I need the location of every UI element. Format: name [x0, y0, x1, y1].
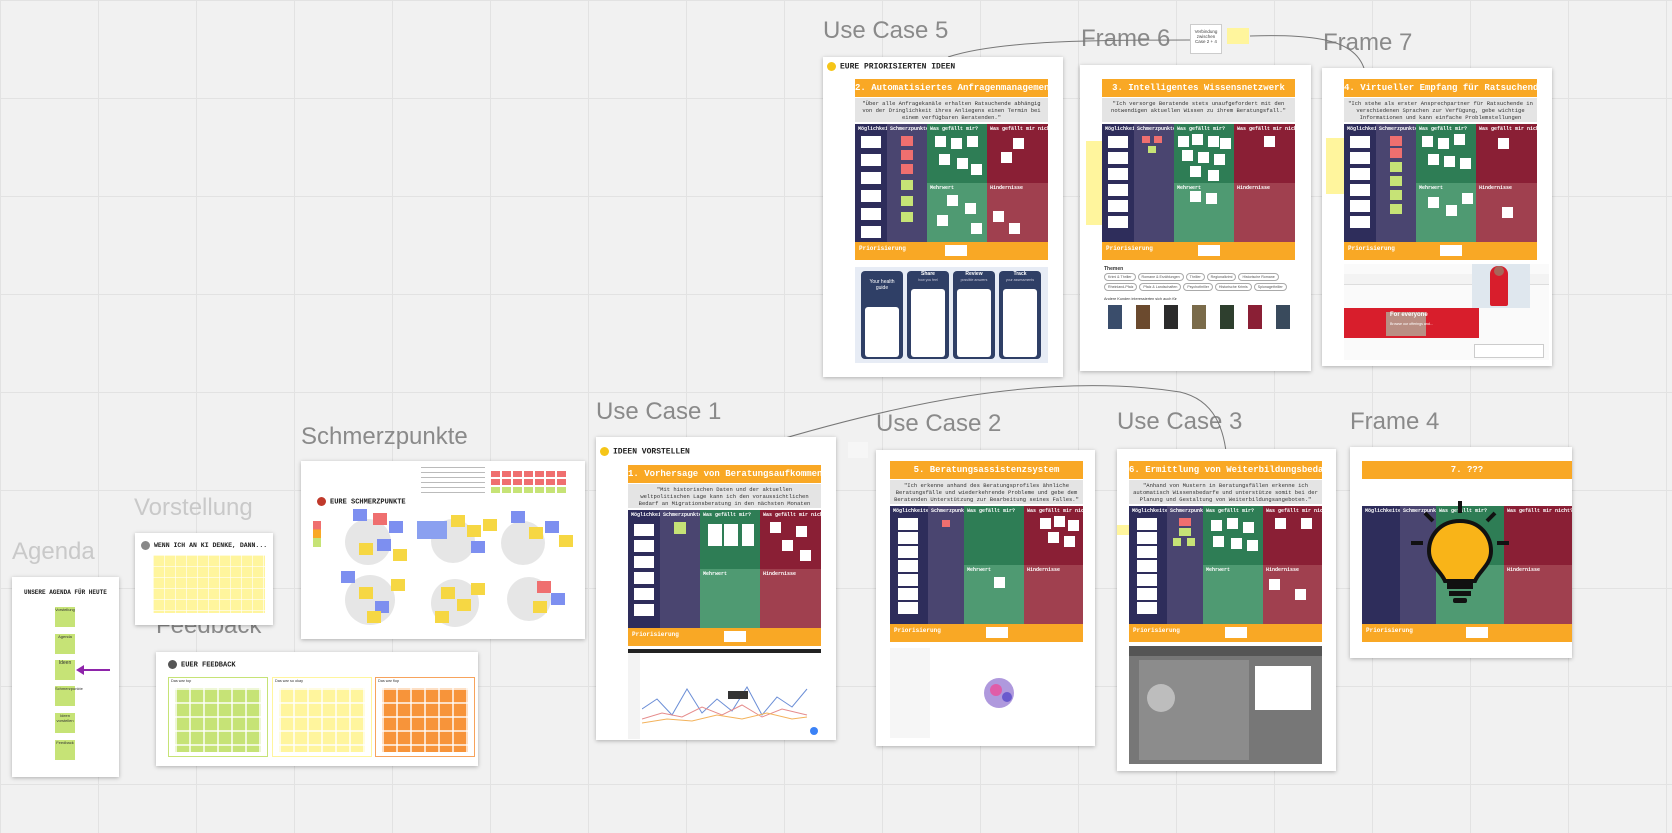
header-feedback: EUER FEEDBACK — [168, 660, 236, 669]
use-case-title: 5. Beratungsassistenzsystem — [890, 461, 1083, 479]
frame-feedback[interactable]: EUER FEEDBACK Das war top Das war so oka… — [156, 652, 478, 766]
use-case-quote: "Über alle Anfragekanäle erhalten Ratsuc… — [855, 98, 1048, 122]
use-case-title: 6. Ermittlung von Weiterbildungsbedarf — [1129, 461, 1322, 479]
lightbulb-icon — [827, 62, 836, 71]
theme-chip[interactable]: Krimi & Thriller — [1104, 273, 1136, 281]
use-case-quote: "Ich erkenne anhand des Beratungsprofile… — [890, 480, 1083, 504]
frame-6[interactable]: 3. Intelligentes Wissensnetzwerk "Ich ve… — [1080, 65, 1311, 371]
idea-canvas: Möglichkeiten Schmerzpunkte Was gefällt … — [855, 124, 1056, 242]
frame-4[interactable]: 7. ??? Möglichkeiten Schmerzpunkte Was g… — [1350, 447, 1572, 658]
website-screenshot: For everyone Browse our offerings and… — [1344, 264, 1549, 360]
agenda-item[interactable]: Feedback — [55, 740, 75, 760]
dashboard-screenshot — [628, 649, 821, 739]
priorisierung-bar: Priorisierung — [1344, 242, 1537, 260]
robot-icon — [141, 541, 150, 550]
feedback-flop-column[interactable]: Das war flop — [375, 677, 475, 757]
agenda-item[interactable]: Ideen — [55, 660, 75, 680]
frame-use-case-2[interactable]: 5. Beratungsassistenzsystem "Ich erkenne… — [876, 450, 1095, 746]
theme-chip[interactable]: Regionalkrimi — [1206, 273, 1237, 281]
theme-chip[interactable]: Psychothriller — [1183, 283, 1213, 291]
line-chart-thumbnail — [642, 686, 808, 724]
theme-chip[interactable]: Romane & Erzählungen — [1137, 273, 1184, 281]
idea-canvas: Möglichkeiten Schmerzpunkte Was gefällt … — [628, 510, 829, 628]
theme-chip[interactable]: Historische Krimis — [1214, 283, 1252, 291]
agenda-item[interactable]: Agenda — [55, 634, 75, 654]
header-prioritized: EURE PRIORISIERTEN IDEEN — [827, 62, 955, 72]
priorisierung-bar: Priorisierung — [1129, 624, 1322, 642]
use-case-quote: "Ich stehe als erster Ansprechpartner fü… — [1344, 98, 1537, 122]
feedback-top-column[interactable]: Das war top — [168, 677, 268, 757]
header-agenda: UNSERE AGENDA FÜR HEUTE — [24, 589, 107, 596]
pain-icon — [317, 497, 326, 506]
theme-chip[interactable]: Rheinland-Pfalz — [1104, 283, 1138, 291]
header-pain: EURE SCHMERZPUNKTE — [317, 497, 406, 506]
header-ki: WENN ICH AN KI DENKE, DANN... — [141, 541, 267, 550]
priorisierung-bar: Priorisierung — [1362, 624, 1572, 642]
idea-canvas: Möglichkeiten Schmerzpunkte Was gefällt … — [890, 506, 1093, 624]
frame-use-case-3[interactable]: 6. Ermittlung von Weiterbildungsbedarf "… — [1117, 449, 1336, 771]
use-case-quote: "Mit historischen Daten und der aktuelle… — [628, 484, 821, 508]
frame-stub — [848, 442, 868, 458]
frame-agenda[interactable]: UNSERE AGENDA FÜR HEUTE Vorstellung Agen… — [12, 577, 119, 777]
feedback-okay-column[interactable]: Das war so okay — [272, 677, 372, 757]
use-case-quote: "Ich versorge Beratende stets unaufgefor… — [1102, 98, 1295, 122]
megaphone-icon — [168, 660, 177, 669]
shop-screenshot: Themen Krimi & Thriller Romane & Erzählu… — [1102, 265, 1295, 363]
cluster-screenshot — [890, 648, 1083, 738]
priorisierung-bar: Priorisierung — [890, 624, 1083, 642]
sticky-notes-grid[interactable] — [153, 555, 265, 613]
use-case-title: 3. Intelligentes Wissensnetzwerk — [1102, 79, 1295, 97]
use-case-title: 7. ??? — [1362, 461, 1572, 479]
sticky-note[interactable] — [1326, 138, 1344, 194]
arrow-left-icon — [76, 665, 110, 675]
use-case-title: 1. Vorhersage von Beratungsaufkommen — [628, 465, 821, 483]
agenda-item[interactable]: Ideen vorstellen — [55, 713, 75, 733]
frame-7[interactable]: 4. Virtueller Empfang für Ratsuchende "I… — [1322, 68, 1552, 366]
idea-canvas: Möglichkeiten Schmerzpunkte Was gefällt … — [1344, 124, 1545, 242]
lightbulb-icon — [1411, 501, 1509, 603]
use-case-title: 2. Automatisiertes Anfragenmanagement — [855, 79, 1048, 97]
theme-chips: Krimi & Thriller Romane & Erzählungen Th… — [1104, 273, 1294, 291]
lightbulb-icon — [600, 447, 609, 456]
theme-chip[interactable]: Spionagethriller — [1253, 283, 1287, 291]
priorisierung-bar: Priorisierung — [1102, 242, 1295, 260]
use-case-title: 4. Virtueller Empfang für Ratsuchende — [1344, 79, 1537, 97]
theme-chip[interactable]: Thriller — [1185, 273, 1205, 281]
profile-screenshot — [1129, 646, 1322, 764]
theme-chip[interactable]: Pfalz & Landschaften — [1139, 283, 1182, 291]
frame-vorstellung[interactable]: WENN ICH AN KI DENKE, DANN... — [135, 533, 273, 625]
app-screenshot: Your health guide Share how you feel Rev… — [855, 267, 1048, 363]
frame-schmerzpunkte[interactable]: EURE SCHMERZPUNKTE — [301, 461, 585, 639]
idea-canvas: Möglichkeiten Schmerzpunkte Was gefällt … — [1129, 506, 1332, 624]
header-present: IDEEN VORSTELLEN — [600, 447, 690, 457]
use-case-quote: "Anhand von Mustern in Beratungsfällen e… — [1129, 480, 1322, 504]
theme-chip[interactable]: Historische Romane — [1238, 273, 1279, 281]
frame-use-case-1[interactable]: IDEEN VORSTELLEN 1. Vorhersage von Berat… — [596, 437, 836, 740]
priorisierung-bar: Priorisierung — [628, 628, 821, 646]
agenda-item[interactable]: Schmerzpunkte — [55, 686, 83, 706]
frame-use-case-5[interactable]: EURE PRIORISIERTEN IDEEN 2. Automatisier… — [823, 57, 1063, 377]
idea-canvas: Möglichkeiten Schmerzpunkte Was gefällt … — [1102, 124, 1303, 242]
priorisierung-bar: Priorisierung — [855, 242, 1048, 260]
agenda-item[interactable]: Vorstellung — [55, 607, 75, 627]
